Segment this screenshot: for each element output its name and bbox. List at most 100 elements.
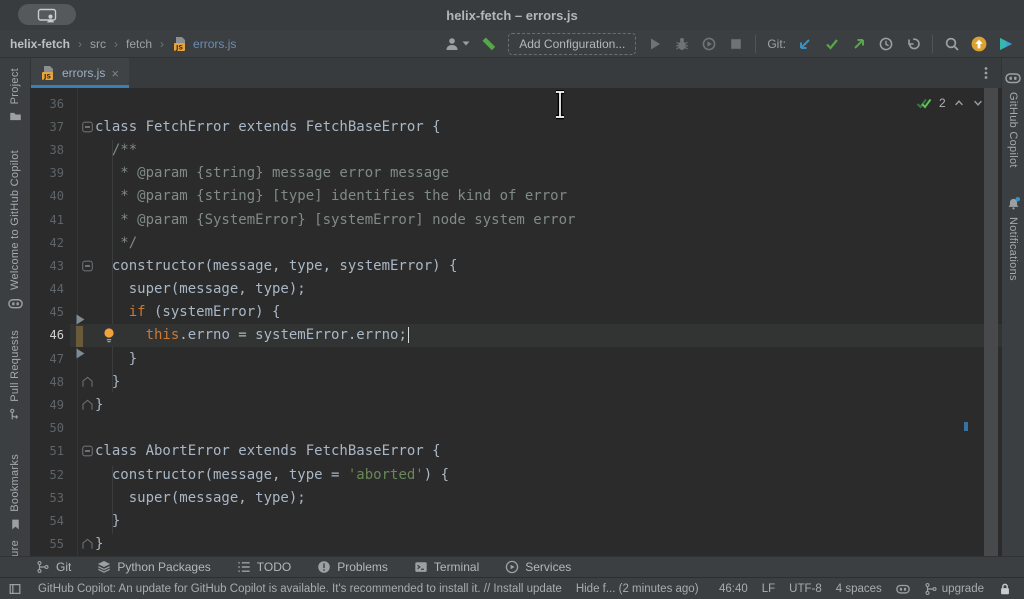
intention-bulb-icon[interactable]: [101, 327, 117, 344]
sidebar-item-pull-requests[interactable]: Pull Requests: [0, 330, 30, 421]
line-number[interactable]: 51: [30, 444, 64, 458]
history-icon[interactable]: [878, 36, 894, 52]
indent-setting[interactable]: 4 spaces: [836, 583, 882, 595]
line-number[interactable]: 48: [30, 375, 64, 389]
code-line[interactable]: 50: [30, 417, 1002, 440]
code-line[interactable]: 46 this.errno = systemError.errno;: [30, 323, 1002, 348]
inspections-widget[interactable]: 2: [916, 95, 984, 111]
branch-upgrade[interactable]: upgrade: [924, 582, 984, 596]
toolwindow-terminal[interactable]: Terminal: [414, 560, 479, 574]
code-line[interactable]: 44 super(message, type);: [30, 278, 1002, 301]
breadcrumb-file[interactable]: errors.js: [172, 36, 236, 52]
line-number[interactable]: 42: [30, 236, 64, 250]
fold-gutter[interactable]: [64, 254, 95, 277]
sidebar-item-welcome-copilot[interactable]: Welcome to GitHub Copilot: [0, 150, 30, 311]
line-ending[interactable]: LF: [762, 583, 775, 595]
line-number[interactable]: 52: [30, 468, 64, 482]
code-line[interactable]: 39 * @param {string} message error messa…: [30, 162, 1002, 185]
breadcrumb-fetch[interactable]: fetch: [126, 37, 152, 51]
sidebar-item-bookmarks[interactable]: Bookmarks: [0, 454, 30, 531]
lock-icon[interactable]: [998, 582, 1012, 596]
line-number[interactable]: 49: [30, 398, 64, 412]
toolwindow-services[interactable]: Services: [505, 560, 571, 574]
fold-gutter[interactable]: [64, 370, 95, 393]
toolwindow-toggle-icon[interactable]: [8, 582, 22, 596]
next-problem-chevron-down-icon[interactable]: [972, 97, 984, 109]
code-line[interactable]: 47 }: [30, 347, 1002, 370]
fold-gutter[interactable]: [64, 393, 95, 416]
code-line[interactable]: 45 if (systemError) {: [30, 301, 1002, 324]
code-line[interactable]: 37 class FetchError extends FetchBaseErro…: [30, 115, 1002, 138]
run-coverage-icon[interactable]: [701, 36, 717, 52]
fold-gutter[interactable]: [64, 533, 95, 556]
toolwindow-todo[interactable]: TODO: [237, 560, 291, 574]
code-line[interactable]: 49}: [30, 393, 1002, 416]
line-number[interactable]: 55: [30, 537, 64, 551]
line-number[interactable]: 40: [30, 189, 64, 203]
line-number[interactable]: 53: [30, 491, 64, 505]
code-line[interactable]: 41 * @param {SystemError} [systemError] …: [30, 208, 1002, 231]
editor-scrollbar[interactable]: [984, 88, 998, 556]
fold-collapse-icon[interactable]: [82, 260, 93, 271]
build-hammer-icon[interactable]: [481, 36, 497, 52]
line-number[interactable]: 44: [30, 282, 64, 296]
line-number[interactable]: 36: [30, 97, 64, 111]
breadcrumb-src[interactable]: src: [90, 37, 106, 51]
line-number[interactable]: 47: [30, 352, 64, 366]
code-line[interactable]: 52 constructor(message, type = 'aborted'…: [30, 463, 1002, 486]
plugin-icon[interactable]: [998, 36, 1014, 52]
fold-gutter[interactable]: [64, 440, 95, 463]
git-update-icon[interactable]: [797, 36, 813, 52]
code-line[interactable]: 36: [30, 92, 1002, 115]
line-number[interactable]: 54: [30, 514, 64, 528]
sidebar-item-notifications[interactable]: Notifications: [1002, 196, 1024, 281]
add-configuration-button[interactable]: Add Configuration...: [508, 32, 637, 55]
fold-gutter[interactable]: [64, 115, 95, 138]
code-line[interactable]: 51 class AbortError extends FetchBaseErro…: [30, 440, 1002, 463]
line-number[interactable]: 37: [30, 120, 64, 134]
copilot-status-icon[interactable]: [896, 582, 910, 596]
code-line[interactable]: 40 * @param {string} [type] identifies t…: [30, 185, 1002, 208]
search-everywhere-icon[interactable]: [944, 36, 960, 52]
fold-collapse-icon[interactable]: [82, 446, 93, 457]
stop-icon[interactable]: [728, 36, 744, 52]
breadcrumb-project[interactable]: helix-fetch: [10, 37, 70, 51]
git-push-icon[interactable]: [851, 36, 867, 52]
sidebar-item-github-copilot[interactable]: GitHub Copilot: [1002, 70, 1024, 168]
file-encoding[interactable]: UTF-8: [789, 583, 822, 595]
fold-end-icon[interactable]: [82, 539, 93, 550]
tab-close-icon[interactable]: ×: [111, 67, 119, 80]
line-number[interactable]: 45: [30, 305, 64, 319]
code-line[interactable]: 43 constructor(message, type, systemErro…: [30, 254, 1002, 277]
code-line[interactable]: 55}: [30, 533, 1002, 556]
line-number[interactable]: 50: [30, 421, 64, 435]
tab-options-kebab-icon[interactable]: [978, 65, 994, 81]
fold-collapse-icon[interactable]: [82, 121, 93, 132]
sidebar-item-structure-partial[interactable]: ure: [0, 540, 30, 556]
code-editor[interactable]: 36 37 class FetchError extends FetchBaseEr…: [30, 88, 1002, 556]
code-line[interactable]: 42 */: [30, 231, 1002, 254]
git-commit-icon[interactable]: [824, 36, 840, 52]
toolwindow-problems[interactable]: Problems: [317, 560, 388, 574]
code-line[interactable]: 48 }: [30, 370, 1002, 393]
code-line[interactable]: 54 }: [30, 509, 1002, 532]
toolwindow-python-packages[interactable]: Python Packages: [97, 560, 211, 574]
update-available-icon[interactable]: [971, 36, 987, 52]
code-line[interactable]: 38 /**: [30, 138, 1002, 161]
line-number[interactable]: 39: [30, 166, 64, 180]
fold-end-icon[interactable]: [82, 400, 93, 411]
caret-position[interactable]: 46:40: [719, 583, 748, 595]
status-hide-link[interactable]: Hide f... (2 minutes ago): [576, 583, 699, 595]
user-menu-button[interactable]: [444, 36, 470, 52]
debug-icon[interactable]: [674, 36, 690, 52]
rollback-icon[interactable]: [905, 36, 921, 52]
line-number[interactable]: 43: [30, 259, 64, 273]
error-stripe-mark[interactable]: [964, 422, 968, 431]
status-message[interactable]: GitHub Copilot: An update for GitHub Cop…: [38, 583, 562, 595]
line-number[interactable]: 41: [30, 213, 64, 227]
prev-problem-chevron-up-icon[interactable]: [953, 97, 965, 109]
fold-end-icon[interactable]: [82, 376, 93, 387]
line-number[interactable]: 46: [30, 328, 64, 342]
line-number[interactable]: 38: [30, 143, 64, 157]
toolwindow-git[interactable]: Git: [36, 560, 71, 574]
